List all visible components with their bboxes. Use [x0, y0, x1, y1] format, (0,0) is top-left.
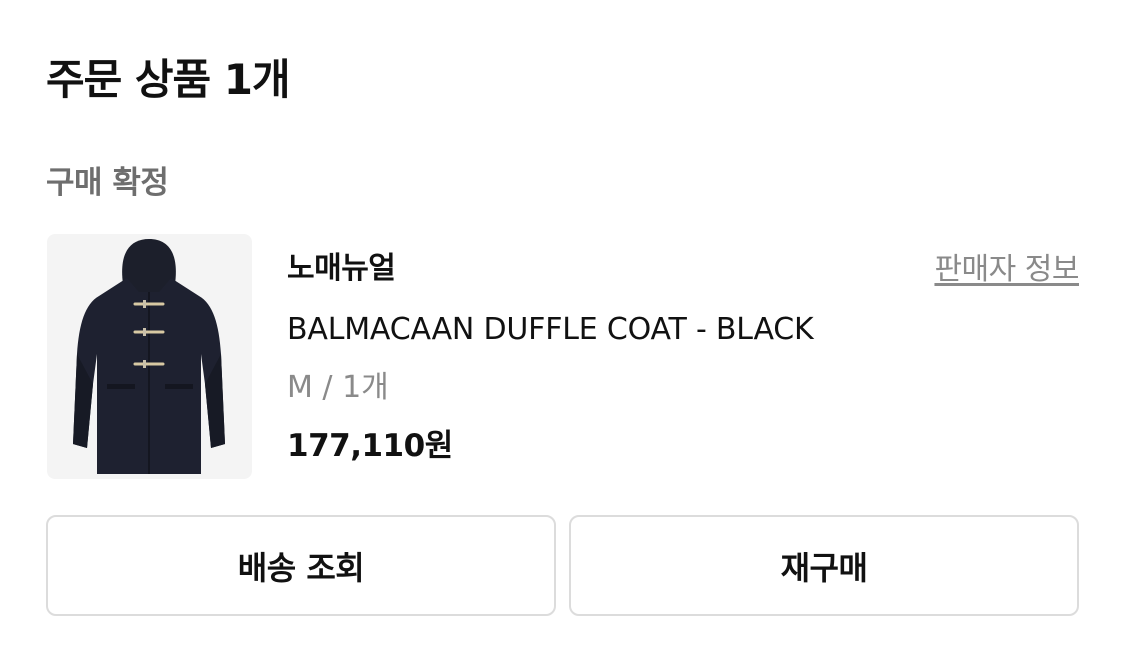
seller-info-link[interactable]: 판매자 정보: [934, 250, 1079, 290]
page-title: 주문 상품 1개: [46, 55, 291, 104]
reorder-button[interactable]: 재구매: [569, 515, 1079, 616]
product-thumbnail[interactable]: [47, 234, 252, 479]
track-shipping-button[interactable]: 배송 조회: [46, 515, 556, 616]
duffle-coat-image: [73, 239, 225, 474]
order-status-label: 구매 확정: [46, 165, 169, 201]
product-name[interactable]: BALMACAAN DUFFLE COAT - BLACK: [287, 309, 814, 351]
brand-name[interactable]: 노매뉴얼: [287, 248, 396, 290]
order-items-section: 주문 상품 1개 구매 확정 노매뉴얼 판매자 정보 BALMACAAN DUF…: [0, 0, 1125, 658]
product-price: 177,110원: [287, 428, 453, 464]
product-option: M / 1개: [287, 370, 389, 405]
